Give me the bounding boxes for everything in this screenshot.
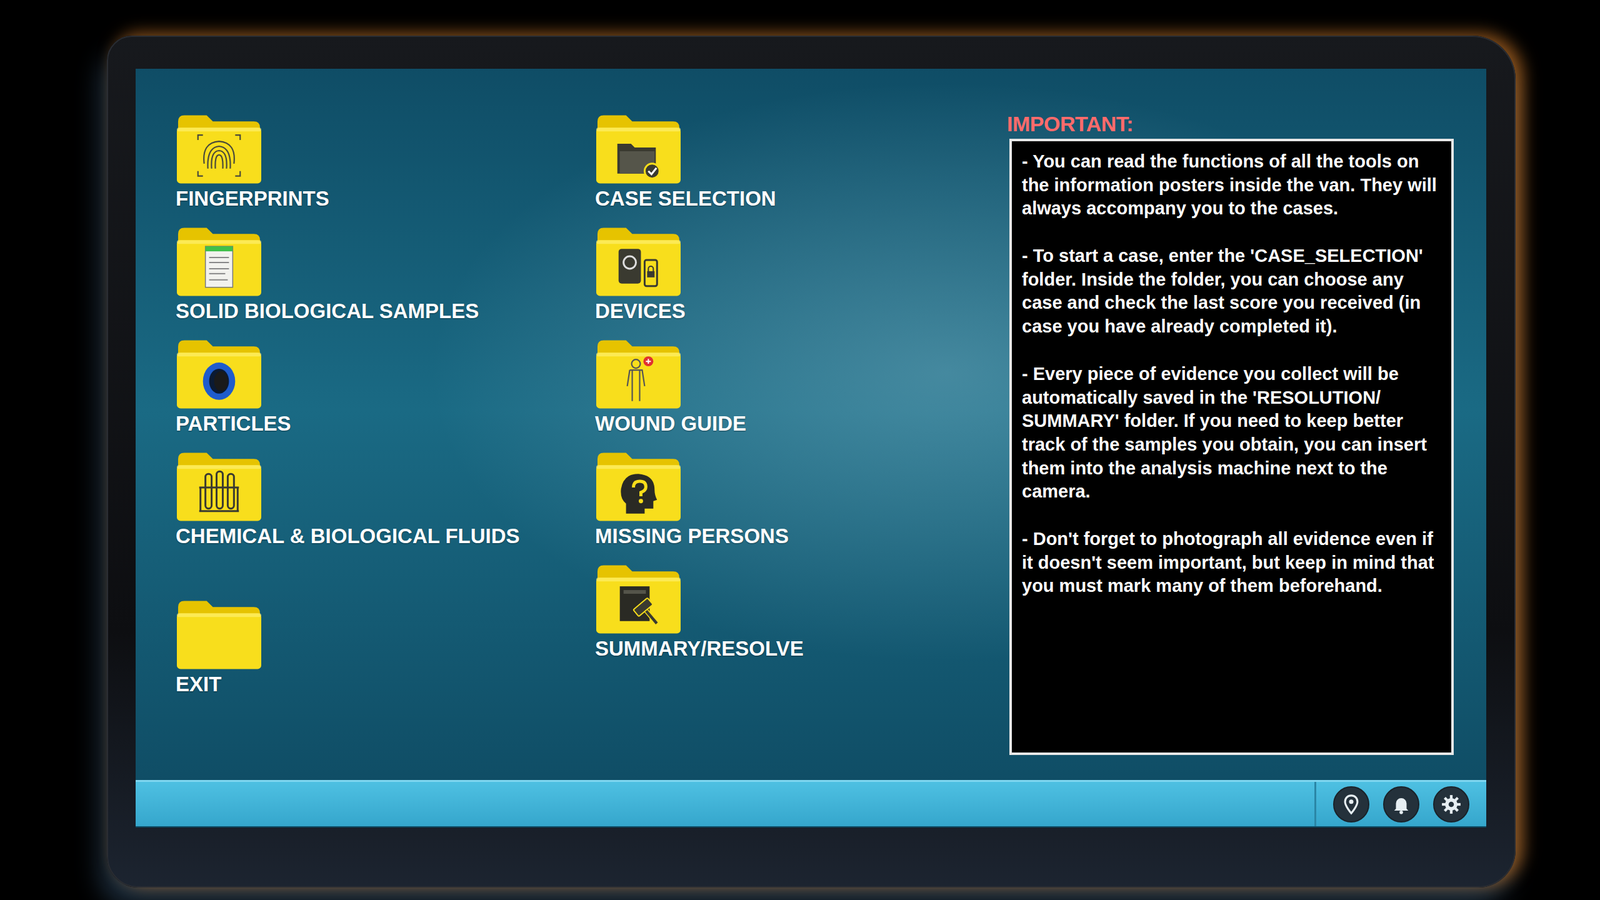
folder-label[interactable]: FINGERPRINTS — [175, 186, 330, 212]
folder-item[interactable]: MISSING PERSONS — [595, 448, 1010, 562]
folder-item[interactable]: EXIT — [175, 596, 595, 710]
notice-paragraph: - You can read the functions of all the … — [1021, 150, 1443, 221]
folder-label[interactable]: CASE SELECTION — [595, 186, 777, 212]
folder-label[interactable]: SUMMARY/RESOLVE — [595, 636, 804, 662]
folder-label[interactable]: MISSING PERSONS — [595, 523, 789, 549]
folder-icon[interactable] — [175, 111, 263, 185]
folder-icon[interactable] — [595, 111, 682, 185]
notice-paragraph: - To start a case, enter the 'CASE_SELEC… — [1021, 244, 1443, 339]
location-pin-icon[interactable] — [1333, 786, 1370, 823]
folder-icon[interactable] — [175, 596, 263, 671]
folder-item[interactable]: FINGERPRINTS — [175, 111, 595, 224]
folder-icon[interactable] — [175, 223, 263, 298]
monitor-bezel: FINGERPRINTS SOLID BIOLOGICAL SAMPLES PART… — [106, 35, 1516, 888]
folder-item[interactable]: WOUND GUIDE — [595, 336, 1010, 449]
notice-paragraph: - Every piece of evidence you collect wi… — [1021, 362, 1443, 504]
folder-item[interactable]: SUMMARY/RESOLVE — [595, 561, 1010, 674]
system-tray — [1314, 781, 1487, 827]
folder-label[interactable]: EXIT — [175, 671, 222, 697]
folder-icon[interactable] — [595, 336, 682, 410]
notice-panel: IMPORTANT: - You can read the functions o… — [1009, 111, 1454, 780]
icon-column: FINGERPRINTS SOLID BIOLOGICAL SAMPLES PART… — [175, 111, 595, 780]
gear-icon[interactable] — [1433, 786, 1470, 823]
folder-item[interactable]: CHEMICAL & BIOLOGICAL FLUIDS — [175, 448, 595, 562]
desktop-screen: FINGERPRINTS SOLID BIOLOGICAL SAMPLES PART… — [135, 68, 1487, 828]
folder-item[interactable]: CASE SELECTION — [595, 111, 1010, 224]
bell-icon[interactable] — [1383, 786, 1420, 823]
folder-icon[interactable] — [595, 448, 682, 523]
folder-icon[interactable] — [595, 561, 682, 635]
folder-label[interactable]: WOUND GUIDE — [595, 411, 747, 437]
folder-icon[interactable] — [175, 448, 263, 523]
folder-item[interactable]: DEVICES — [595, 223, 1010, 337]
folder-icon[interactable] — [595, 223, 682, 298]
notice-box: - You can read the functions of all the … — [1009, 138, 1454, 755]
folder-icon[interactable] — [175, 336, 263, 410]
notice-paragraph: - Don't forget to photograph all evidenc… — [1021, 527, 1443, 599]
folder-label[interactable]: PARTICLES — [175, 411, 292, 437]
folder-label[interactable]: DEVICES — [595, 298, 686, 324]
taskbar — [135, 780, 1487, 827]
notice-title: IMPORTANT: — [1006, 111, 1454, 137]
icon-column: CASE SELECTION DEVICES WOUND GUIDE MISSING … — [595, 111, 1010, 780]
folder-item[interactable]: SOLID BIOLOGICAL SAMPLES — [175, 223, 595, 337]
folder-item[interactable]: PARTICLES — [175, 336, 595, 449]
folder-label[interactable]: SOLID BIOLOGICAL SAMPLES — [175, 298, 479, 324]
folder-label[interactable]: CHEMICAL & BIOLOGICAL FLUIDS — [175, 523, 520, 549]
